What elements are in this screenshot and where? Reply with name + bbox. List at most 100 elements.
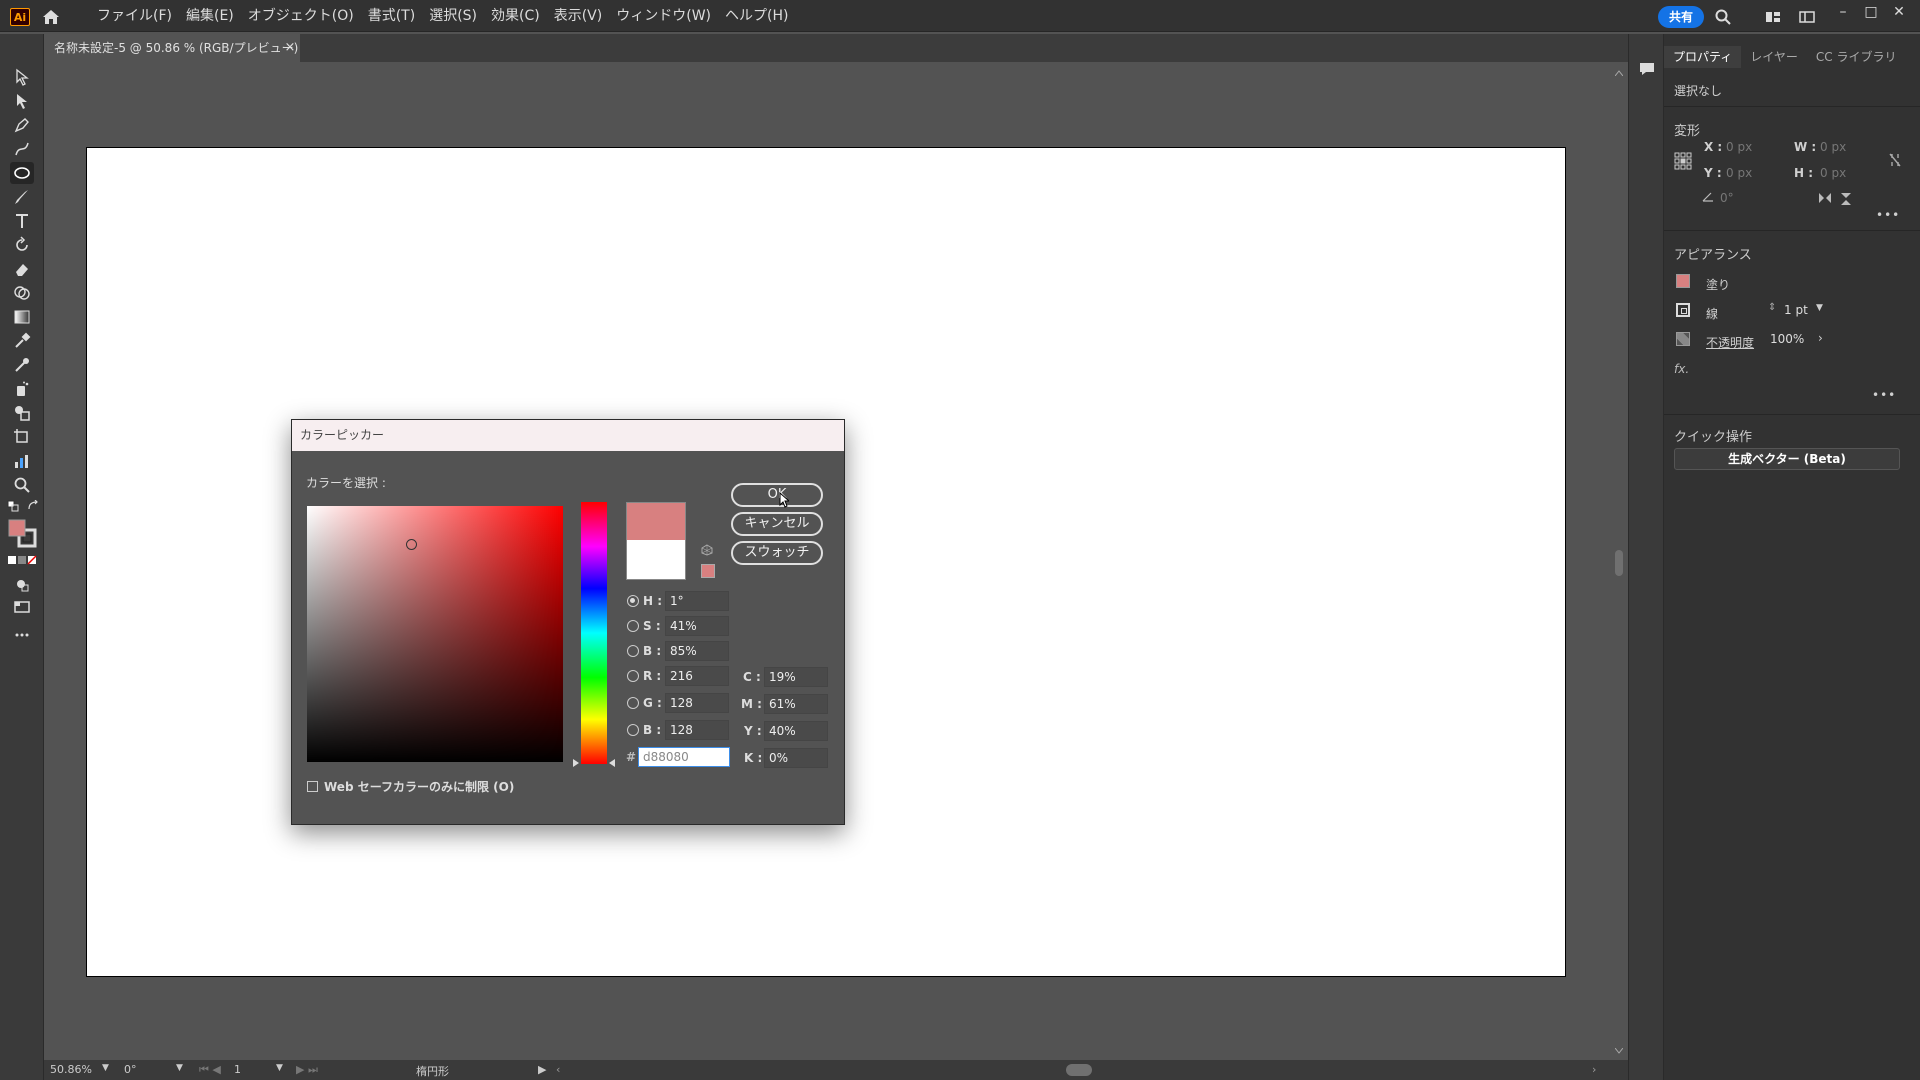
x-field[interactable]: 0 px [1720,137,1772,157]
cyan-field[interactable]: 19% [764,667,828,687]
menu-object[interactable]: オブジェクト(O) [241,0,361,32]
hue-slider-right-arrow-icon[interactable] [609,759,615,768]
dialog-title[interactable]: カラーピッカー [292,420,844,451]
direct-selection-tool-icon[interactable] [10,90,34,112]
saturation-field[interactable]: 41% [665,616,729,636]
stroke-weight-field[interactable]: 1 pt [1778,300,1814,320]
close-window-button[interactable]: ✕ [1888,2,1910,22]
more-options-icon[interactable]: ••• [1872,388,1896,402]
close-tab-icon[interactable]: × [280,34,300,62]
tab-layers[interactable]: レイヤー [1741,46,1807,68]
saturation-radio[interactable] [627,620,639,632]
w-field[interactable]: 0 px [1814,137,1866,157]
color-mode-icons[interactable] [7,554,37,566]
default-fill-stroke-icon[interactable] [7,500,19,512]
tab-properties[interactable]: プロパティ [1664,46,1742,68]
home-icon[interactable] [40,6,62,28]
draw-mode-icon[interactable] [10,574,34,596]
fill-swatch[interactable] [1676,274,1690,288]
shapes-tool-icon[interactable] [10,402,34,424]
magenta-field[interactable]: 61% [764,694,828,714]
search-icon[interactable] [1714,8,1732,26]
red-field[interactable]: 216 [665,666,729,686]
blue-radio[interactable] [627,724,639,736]
constrain-proportions-icon[interactable] [1888,152,1902,168]
share-button[interactable]: 共有 [1658,6,1704,28]
black-field[interactable]: 0% [764,748,828,768]
vertical-scroll-thumb[interactable] [1615,550,1623,576]
first-artboard-icon[interactable]: ⏮ ◀ [199,1063,221,1077]
horizontal-scroll-thumb[interactable] [1066,1064,1092,1076]
red-radio[interactable] [627,670,639,682]
y-field[interactable]: 0 px [1720,163,1772,183]
workspace-icon[interactable] [1764,8,1782,26]
paintbrush-tool-icon[interactable] [10,186,34,208]
status-menu-icon[interactable]: ▶ [538,1063,546,1076]
menu-edit[interactable]: 編集(E) [179,0,241,32]
saturation-brightness-field[interactable] [307,506,563,762]
more-tools-icon[interactable] [10,624,34,646]
flip-horizontal-icon[interactable] [1818,192,1832,204]
hex-field[interactable]: d88080 [638,747,730,767]
websafe-color-swatch[interactable] [701,564,715,578]
generate-vector-button[interactable]: 生成ベクター (Beta) [1674,448,1900,470]
minimize-button[interactable]: – [1832,2,1854,22]
websafe-checkbox[interactable] [307,781,318,792]
symbol-sprayer-tool-icon[interactable] [10,378,34,400]
stroke-stepper-icon[interactable]: ⇕ [1768,302,1776,313]
original-color-swatch[interactable] [626,540,686,580]
more-options-icon[interactable]: ••• [1876,208,1900,222]
menu-help[interactable]: ヘルプ(H) [718,0,795,32]
fx-icon[interactable]: fx. [1674,362,1689,376]
menu-effect[interactable]: 効果(C) [484,0,547,32]
flip-vertical-icon[interactable] [1840,192,1852,206]
selection-tool-icon[interactable] [10,66,34,88]
rotate-tool-icon[interactable] [10,234,34,256]
artboard-number[interactable]: 1 [234,1063,241,1076]
tab-cc-libraries[interactable]: CC ライブラリ [1807,46,1906,68]
scroll-left-icon[interactable]: ‹ [556,1063,560,1076]
maximize-button[interactable]: □ [1860,2,1882,22]
zoom-tool-icon[interactable] [10,474,34,496]
ellipse-tool-icon[interactable] [10,162,34,184]
document-tab[interactable]: 名称未設定-5 @ 50.86 % (RGB/プレビュー) × [44,34,300,62]
green-radio[interactable] [627,697,639,709]
fill-stroke-swatch[interactable] [7,518,37,548]
arrange-documents-icon[interactable] [1798,8,1816,26]
hue-radio[interactable] [627,595,639,607]
hue-slider-left-arrow-icon[interactable] [573,759,579,768]
menu-window[interactable]: ウィンドウ(W) [609,0,718,32]
menu-select[interactable]: 選択(S) [422,0,484,32]
artboard-dropdown-icon[interactable]: ▼ [276,1063,283,1073]
swatches-button[interactable]: スウォッチ [731,541,823,565]
type-tool-icon[interactable] [10,210,34,232]
eraser-tool-icon[interactable] [10,258,34,280]
opacity-field[interactable]: 100% [1764,329,1808,349]
screen-mode-icon[interactable] [10,596,34,618]
ok-button[interactable]: OK [731,483,823,507]
angle-field[interactable]: 0° [1714,188,1774,208]
shape-builder-tool-icon[interactable] [10,282,34,304]
blue-field[interactable]: 128 [665,720,729,740]
menu-type[interactable]: 書式(T) [361,0,422,32]
stroke-swatch[interactable] [1676,303,1690,317]
stroke-dropdown-icon[interactable]: ▼ [1816,303,1823,313]
artboard-tool-icon[interactable] [10,426,34,448]
green-field[interactable]: 128 [665,693,729,713]
eyedropper-tool-icon[interactable] [10,330,34,352]
graph-tool-icon[interactable] [10,450,34,472]
hue-slider[interactable] [581,502,607,764]
rotation-dropdown-icon[interactable]: ▼ [176,1063,183,1073]
zoom-dropdown-icon[interactable]: ▼ [102,1063,109,1073]
brightness-field[interactable]: 85% [665,641,729,661]
yellow-field[interactable]: 40% [764,721,828,741]
next-artboard-icon[interactable]: ▶ ⏭ [296,1063,318,1077]
comment-icon[interactable] [1638,60,1656,78]
vertical-scrollbar[interactable] [1611,62,1627,1060]
scroll-down-icon[interactable] [1615,1048,1623,1054]
curvature-tool-icon[interactable] [10,138,34,160]
opacity-label[interactable]: 不透明度 [1706,334,1754,351]
cancel-button[interactable]: キャンセル [731,512,823,536]
rotation-value[interactable]: 0° [124,1063,137,1076]
scroll-right-icon[interactable]: › [1592,1063,1596,1076]
